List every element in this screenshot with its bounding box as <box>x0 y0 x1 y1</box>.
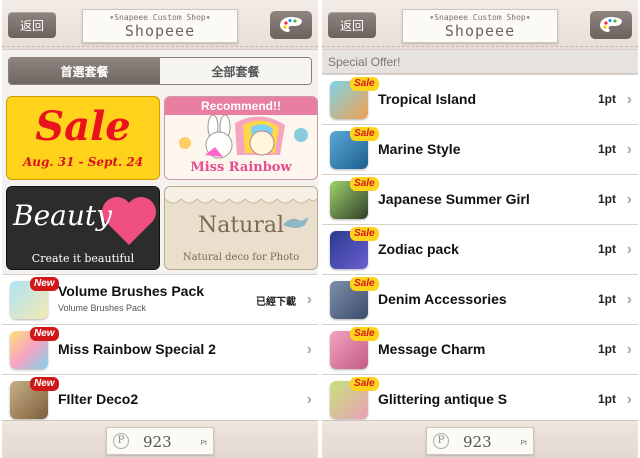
item-title: Miss Rainbow Special 2 <box>58 341 216 357</box>
item-price: 1pt <box>598 192 616 206</box>
beauty-banner[interactable]: Beauty Create it beautiful <box>6 186 160 270</box>
shop-logo: ▾Snapeee Custom Shop▾ Shopeee <box>402 9 558 43</box>
chevron-right-icon: › <box>626 191 632 208</box>
segmented-control: 首選套餐 全部套餐 <box>8 57 312 85</box>
chevron-right-icon: › <box>306 341 312 358</box>
sale-badge: Sale <box>350 277 379 291</box>
palette-button[interactable] <box>590 11 632 39</box>
back-button[interactable]: 返回 <box>328 12 376 38</box>
points-unit: Pt <box>520 440 527 447</box>
new-badge: New <box>30 277 59 291</box>
item-title: Japanese Summer Girl <box>378 191 530 207</box>
header-stitch <box>322 46 638 47</box>
list-item[interactable]: New FIlter Deco2 › <box>2 374 318 424</box>
sale-badge: Sale <box>350 77 379 91</box>
points-value: 923 <box>143 433 172 451</box>
points-footer: P 923 Pt <box>322 420 638 458</box>
points-value: 923 <box>463 433 492 451</box>
right-screen: 返回 ▾Snapeee Custom Shop▾ Shopeee Special… <box>322 0 638 458</box>
header: 返回 ▾Snapeee Custom Shop▾ Shopeee <box>322 0 638 50</box>
item-price: 1pt <box>598 242 616 256</box>
beauty-banner-title: Beauty <box>13 199 112 232</box>
sale-badge: Sale <box>350 327 379 341</box>
tab-featured[interactable]: 首選套餐 <box>9 58 160 84</box>
chevron-right-icon: › <box>626 141 632 158</box>
item-price: 1pt <box>598 392 616 406</box>
item-title: Marine Style <box>378 141 461 157</box>
chevron-right-icon: › <box>626 291 632 308</box>
item-price: 1pt <box>598 92 616 106</box>
list-item[interactable]: Sale Message Charm 1pt › <box>322 324 638 374</box>
header: 返回 ▾Snapeee Custom Shop▾ Shopeee <box>2 0 318 50</box>
tab-all[interactable]: 全部套餐 <box>160 58 311 84</box>
item-title: Denim Accessories <box>378 291 507 307</box>
item-price: 1pt <box>598 292 616 306</box>
list-item[interactable]: Sale Marine Style 1pt › <box>322 124 638 174</box>
chevron-right-icon: › <box>626 91 632 108</box>
sale-badge: Sale <box>350 377 379 391</box>
new-badge: New <box>30 327 59 341</box>
lace-decoration <box>165 187 317 204</box>
item-title: FIlter Deco2 <box>58 391 139 407</box>
item-price: 1pt <box>598 142 616 156</box>
list-item[interactable]: Sale Tropical Island 1pt › <box>322 74 638 124</box>
sale-banner[interactable]: Sale Aug. 31 - Sept. 24 <box>6 96 160 180</box>
item-title: Tropical Island <box>378 91 477 107</box>
points-display: P 923 Pt <box>106 427 214 455</box>
logo-title: Shopeee <box>124 22 196 40</box>
chevron-right-icon: › <box>626 391 632 408</box>
chevron-right-icon: › <box>306 291 312 308</box>
chevron-right-icon: › <box>626 241 632 258</box>
natural-banner[interactable]: Natural Natural deco for Photo <box>164 186 318 270</box>
screenshot-root: 返回 ▾Snapeee Custom Shop▾ Shopeee 首選套餐 全部… <box>0 0 640 458</box>
left-screen: 返回 ▾Snapeee Custom Shop▾ Shopeee 首選套餐 全部… <box>2 0 318 458</box>
chevron-right-icon: › <box>306 391 312 408</box>
item-title: Volume Brushes Pack <box>58 283 205 299</box>
palette-button[interactable] <box>270 11 312 39</box>
sale-badge: Sale <box>350 177 379 191</box>
natural-banner-title: Natural <box>197 213 285 238</box>
natural-banner-caption: Natural deco for Photo <box>182 252 300 263</box>
points-coin-icon: P <box>433 433 449 449</box>
list-item[interactable]: Sale Denim Accessories 1pt › <box>322 274 638 324</box>
sale-badge: Sale <box>350 127 379 141</box>
logo-subtitle: ▾Snapeee Custom Shop▾ <box>429 13 531 22</box>
item-subtitle: Volume Brushes Pack <box>58 303 147 313</box>
item-title: Glittering antique S <box>378 391 508 407</box>
points-coin-icon: P <box>113 433 129 449</box>
shop-logo: ▾Snapeee Custom Shop▾ Shopeee <box>82 9 238 43</box>
section-header: Special Offer! <box>322 50 638 74</box>
header-stitch <box>2 46 318 47</box>
list-item[interactable]: New Volume Brushes Pack Volume Brushes P… <box>2 274 318 324</box>
points-display: P 923 Pt <box>426 427 534 455</box>
item-title: Message Charm <box>378 341 486 357</box>
list-item[interactable]: Sale Glittering antique S 1pt › <box>322 374 638 424</box>
beauty-banner-caption: Create it beautiful <box>31 252 135 265</box>
sale-badge: Sale <box>350 227 379 241</box>
logo-subtitle: ▾Snapeee Custom Shop▾ <box>109 13 211 22</box>
points-footer: P 923 Pt <box>2 420 318 458</box>
palette-icon <box>600 17 622 32</box>
download-status: 已經下載 <box>256 297 296 308</box>
sale-banner-title: Sale <box>35 103 131 150</box>
item-title: Zodiac pack <box>378 241 459 257</box>
recommend-banner[interactable]: Recommend!! Miss Rainbow <box>164 96 318 180</box>
new-badge: New <box>30 377 59 391</box>
list-item[interactable]: Sale Japanese Summer Girl 1pt › <box>322 174 638 224</box>
chevron-right-icon: › <box>626 341 632 358</box>
list-item[interactable]: Sale Zodiac pack 1pt › <box>322 224 638 274</box>
sale-banner-dates: Aug. 31 - Sept. 24 <box>22 155 144 169</box>
recommend-banner-caption: Miss Rainbow <box>190 160 292 175</box>
palette-icon <box>280 17 302 32</box>
points-unit: Pt <box>200 440 207 447</box>
item-price: 1pt <box>598 342 616 356</box>
rainbow-bunny-illustration <box>165 115 317 163</box>
logo-title: Shopeee <box>444 22 516 40</box>
list-item[interactable]: New Miss Rainbow Special 2 › <box>2 324 318 374</box>
back-button[interactable]: 返回 <box>8 12 56 38</box>
recommend-banner-header: Recommend!! <box>165 97 317 115</box>
